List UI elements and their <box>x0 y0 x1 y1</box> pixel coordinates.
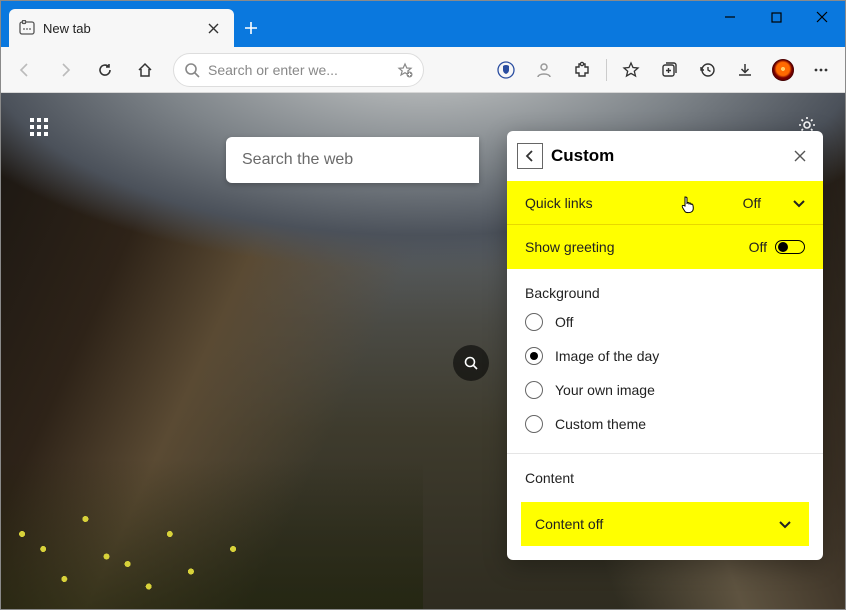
search-icon <box>184 62 200 78</box>
apps-grid-button[interactable] <box>25 113 53 141</box>
content-section-label: Content <box>507 454 823 490</box>
chevron-down-icon <box>777 516 793 532</box>
show-greeting-value: Off <box>749 239 767 255</box>
background-option-off[interactable]: Off <box>507 305 823 339</box>
radio-icon <box>525 313 543 331</box>
ntp-search-box[interactable] <box>226 137 479 183</box>
forward-button[interactable] <box>47 52 83 88</box>
new-tab-button[interactable] <box>234 9 268 47</box>
new-tab-content: Custom Quick links Off Show greeting Off… <box>1 93 845 609</box>
privacy-shield-icon[interactable] <box>488 52 524 88</box>
address-input[interactable] <box>208 62 389 78</box>
cursor-pointer-icon <box>679 195 697 215</box>
toolbar-divider <box>606 59 607 81</box>
voice-search-button[interactable] <box>453 345 489 381</box>
quick-links-value: Off <box>743 195 761 211</box>
flyout-title: Custom <box>551 146 614 166</box>
favorites-icon[interactable] <box>613 52 649 88</box>
ntp-search-input[interactable] <box>242 151 463 169</box>
window-controls <box>707 1 845 47</box>
quick-links-row[interactable]: Quick links Off <box>507 181 823 225</box>
browser-tab[interactable]: New tab <box>9 9 234 47</box>
background-option-custom-theme[interactable]: Custom theme <box>507 407 823 441</box>
menu-button[interactable] <box>803 52 839 88</box>
toolbar <box>1 47 845 93</box>
background-option-image-of-the-day[interactable]: Image of the day <box>507 339 823 373</box>
radio-icon <box>525 415 543 433</box>
flyout-back-button[interactable] <box>517 143 543 169</box>
extensions-icon[interactable] <box>564 52 600 88</box>
background-section-label: Background <box>507 269 823 305</box>
add-favorite-icon[interactable] <box>397 62 413 78</box>
radio-icon <box>525 381 543 399</box>
tab-close-button[interactable] <box>202 17 224 39</box>
history-icon[interactable] <box>689 52 725 88</box>
back-button[interactable] <box>7 52 43 88</box>
extension-hal-icon[interactable] <box>765 52 801 88</box>
flyout-close-button[interactable] <box>787 143 813 169</box>
show-greeting-label: Show greeting <box>525 239 615 255</box>
flyout-header: Custom <box>507 131 823 181</box>
content-dropdown[interactable]: Content off <box>521 502 809 546</box>
downloads-icon[interactable] <box>727 52 763 88</box>
content-value: Content off <box>535 516 603 532</box>
home-button[interactable] <box>127 52 163 88</box>
radio-label: Custom theme <box>555 416 646 432</box>
tab-title: New tab <box>43 21 91 36</box>
radio-label: Your own image <box>555 382 655 398</box>
profile-icon[interactable] <box>526 52 562 88</box>
background-foreground <box>1 459 423 609</box>
maximize-button[interactable] <box>753 1 799 33</box>
refresh-button[interactable] <box>87 52 123 88</box>
close-window-button[interactable] <box>799 1 845 33</box>
show-greeting-row[interactable]: Show greeting Off <box>507 225 823 269</box>
quick-links-label: Quick links <box>525 195 593 211</box>
chevron-down-icon <box>791 195 807 211</box>
page-settings-flyout: Custom Quick links Off Show greeting Off… <box>507 131 823 560</box>
background-option-your-own-image[interactable]: Your own image <box>507 373 823 407</box>
tab-favicon-icon <box>19 20 35 36</box>
minimize-button[interactable] <box>707 1 753 33</box>
browser-window: New tab <box>0 0 846 610</box>
show-greeting-toggle[interactable] <box>775 240 805 254</box>
collections-icon[interactable] <box>651 52 687 88</box>
address-bar[interactable] <box>173 53 424 87</box>
radio-icon <box>525 347 543 365</box>
titlebar: New tab <box>1 1 845 47</box>
radio-label: Image of the day <box>555 348 659 364</box>
radio-label: Off <box>555 314 573 330</box>
